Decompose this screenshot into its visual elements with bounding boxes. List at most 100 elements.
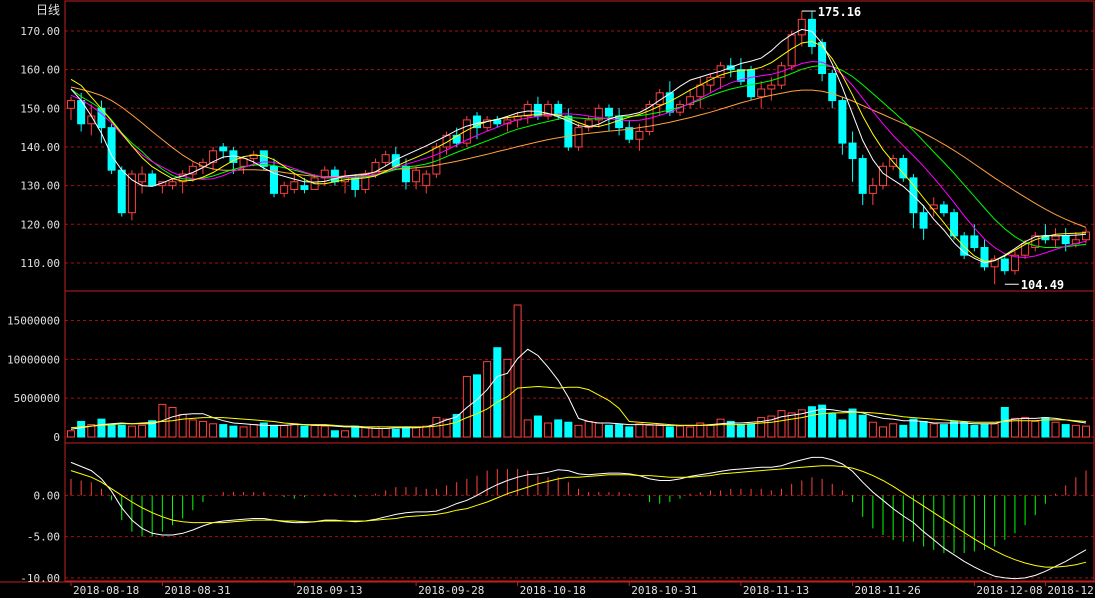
volume-bar-down: [950, 420, 959, 438]
candle-up: [757, 88, 766, 98]
volume-bar-up: [594, 422, 603, 438]
candle-up: [412, 169, 421, 183]
volume-bar-down: [939, 424, 948, 438]
volume-bar-down: [493, 347, 502, 438]
volume-bar-up: [198, 420, 207, 438]
volume-bar-up: [929, 423, 938, 438]
volume-bar-down: [726, 420, 735, 438]
candle-down: [939, 204, 948, 214]
candle-down: [747, 69, 756, 98]
candle-up: [777, 65, 786, 86]
volume-bar-up: [686, 426, 695, 438]
x-tick-label: 2018-09-28: [418, 584, 484, 597]
price-tick-label: 150.00: [20, 102, 60, 115]
volume-bar-up: [188, 419, 197, 438]
candle-down: [391, 154, 400, 167]
x-tick-label: 2018-10-18: [520, 584, 586, 597]
volume-tick-label: 10000000: [7, 353, 60, 366]
candle-down: [219, 146, 228, 152]
volume-bar-down: [391, 428, 400, 438]
volume-bar-up: [462, 375, 471, 438]
volume-bar-down: [473, 374, 481, 438]
volume-bar-up: [706, 424, 715, 438]
volume-bar-down: [736, 424, 745, 438]
volume-bar-up: [361, 427, 370, 438]
volume-bar-up: [635, 423, 644, 438]
volume-bar-down: [899, 424, 908, 438]
x-tick-label: 2018-11-13: [743, 584, 809, 597]
candle-up: [168, 181, 177, 187]
candle-down: [351, 177, 360, 190]
candle-up: [767, 84, 776, 90]
volume-bar-down: [909, 418, 918, 438]
volume-bar-down: [219, 424, 228, 438]
x-tick-label: 2018-12-08: [976, 584, 1042, 597]
candle-up: [1010, 254, 1019, 272]
volume-bar-down: [401, 426, 410, 438]
x-tick-label: 2018-11-26: [855, 584, 921, 597]
volume-bar-down: [665, 426, 674, 438]
volume-bar-up: [676, 425, 684, 438]
volume-bar-up: [1082, 425, 1090, 438]
macd-tick-label: -5.00: [27, 531, 60, 544]
candle-up: [1051, 235, 1060, 241]
volume-bar-down: [747, 423, 756, 438]
volume-bar-down: [77, 420, 86, 438]
candle-up: [138, 173, 147, 183]
volume-bar-up: [655, 424, 664, 438]
x-tick-label: 2018-08-18: [73, 584, 139, 597]
volume-bar-up: [249, 424, 258, 438]
candle-down: [858, 158, 867, 194]
volume-bar-down: [980, 424, 989, 438]
volume-bar-down: [107, 424, 116, 438]
macd-tick-label: -10.00: [20, 572, 60, 585]
annotation-label: 175.16: [818, 5, 861, 19]
volume-bar-up: [432, 417, 441, 438]
volume-bar-up: [483, 361, 492, 438]
candle-down: [828, 73, 837, 102]
volume-bar-up: [645, 424, 654, 438]
volume-bar-down: [229, 425, 238, 438]
volume-bar-up: [1071, 424, 1080, 438]
volume-bar-down: [919, 420, 928, 438]
candle-up: [635, 131, 644, 140]
candle-down: [117, 169, 126, 214]
volume-bar-up: [889, 423, 898, 438]
volume-bar-down: [117, 424, 126, 438]
period-label: 日线: [36, 3, 60, 17]
price-tick-label: 130.00: [20, 180, 60, 193]
price-tick-label: 120.00: [20, 218, 60, 231]
candle-up: [574, 127, 583, 148]
volume-bar-up: [868, 421, 877, 438]
candle-down: [1061, 235, 1070, 245]
volume-bar-down: [625, 426, 634, 438]
volume-bar-down: [97, 418, 106, 438]
price-tick-label: 140.00: [20, 141, 60, 154]
volume-bar-up: [422, 425, 431, 438]
volume-bar-down: [828, 413, 837, 438]
candle-down: [300, 185, 309, 190]
candle-down: [148, 173, 157, 187]
volume-bar-up: [1051, 421, 1060, 438]
volume-bar-down: [564, 421, 573, 438]
volume-bar-up: [320, 425, 329, 438]
volume-bar-down: [1000, 406, 1009, 438]
volume-bar-up: [584, 420, 593, 438]
volume-bar-up: [412, 427, 421, 438]
volume-tick-label: 15000000: [7, 315, 60, 328]
volume-bar-up: [67, 430, 75, 438]
candle-down: [1000, 258, 1009, 272]
volume-bar-up: [523, 419, 532, 438]
candle-down: [604, 107, 613, 117]
volume-bar-up: [341, 430, 350, 438]
volume-bar-up: [127, 425, 136, 438]
volume-bar-up: [574, 424, 583, 438]
volume-bar-up: [777, 410, 786, 438]
chart-background: [0, 0, 1095, 598]
annotation-label: 104.49: [1021, 278, 1064, 292]
stock-chart[interactable]: 日线 170.00 160.00 150.00 140.00 130.00 120.00 1…: [0, 0, 1095, 598]
volume-bar-up: [787, 412, 796, 438]
volume-bar-down: [270, 424, 278, 438]
volume-bar-up: [442, 418, 451, 438]
volume-bar-up: [544, 422, 553, 438]
